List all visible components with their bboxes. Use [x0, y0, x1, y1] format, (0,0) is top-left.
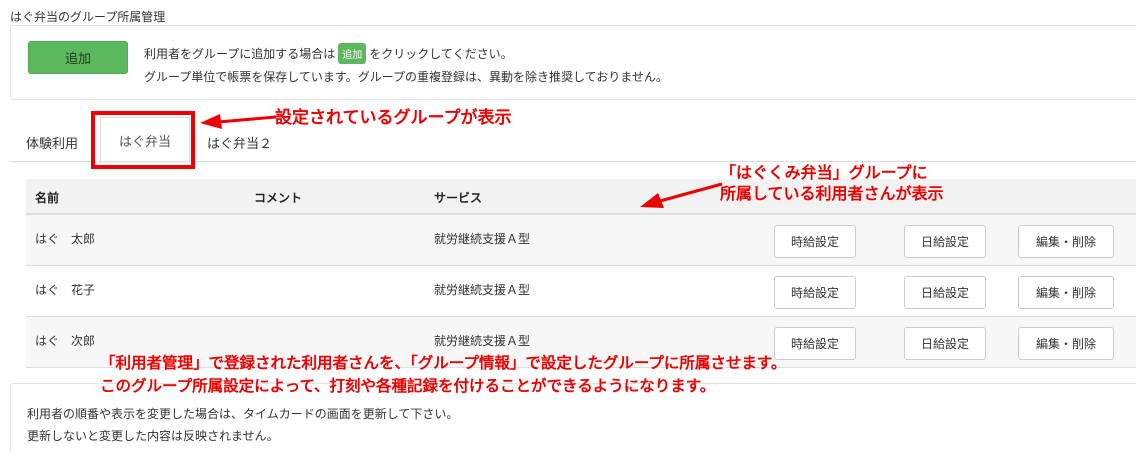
member-name: はぐ 太郎	[35, 232, 96, 246]
add-panel: 追加 利用者をグループに追加する場合は 追加 をクリックしてください。 グループ…	[10, 25, 1136, 100]
table-row: はぐ 花子 就労継続支援Ａ型 時給設定 日給設定 編集・削除	[26, 266, 1136, 317]
note-line-1: 利用者の順番や表示を変更した場合は、タイムカードの画面を更新して下さい。	[27, 407, 459, 421]
annotation-table-note-line-1: 「はぐくみ弁当」グループに	[720, 163, 928, 182]
hourly-settings-button[interactable]: 時給設定	[774, 225, 856, 258]
annotation-bottom-line-2: このグループ所属設定によって、打刻や各種記録を付けることができるようになります。	[100, 377, 716, 395]
member-service: 就労継続支援Ａ型	[434, 334, 531, 348]
inline-add-badge: 追加	[338, 43, 367, 64]
edit-delete-button[interactable]: 編集・削除	[1018, 225, 1114, 258]
member-name: はぐ 次郎	[35, 334, 96, 348]
daily-settings-button[interactable]: 日給設定	[904, 225, 986, 258]
highlight-box	[91, 111, 195, 169]
members-table: 名前 コメント サービス はぐ 太郎 就労継続支援Ａ型 時給設定 日給設定 編集…	[26, 179, 1136, 368]
annotation-bottom-note: 「利用者管理」で登録された利用者さんを、「グループ情報」で設定したグループに所属…	[100, 352, 786, 398]
page-title: はぐ弁当のグループ所属管理	[10, 10, 166, 24]
note-line-2: 更新しないと変更した内容は反映されません。	[27, 429, 279, 443]
annotation-tab-note: 設定されているグループが表示	[275, 108, 512, 128]
annotation-arrow-tab	[200, 114, 277, 129]
hourly-settings-button[interactable]: 時給設定	[774, 276, 856, 309]
daily-settings-button[interactable]: 日給設定	[904, 276, 986, 309]
annotation-table-note-line-2: 所属している利用者さんが表示	[720, 184, 944, 203]
tab-hagu-bento-2[interactable]: はぐ弁当２	[207, 133, 272, 152]
annotation-bottom-line-1: 「利用者管理」で登録された利用者さんを、「グループ情報」で設定したグループに所属…	[100, 354, 787, 372]
add-instruction-prefix: 利用者をグループに追加する場合は	[144, 47, 336, 61]
add-instruction: 利用者をグループに追加する場合は 追加 をクリックしてください。	[144, 43, 513, 64]
edit-delete-button[interactable]: 編集・削除	[1018, 276, 1114, 309]
member-service: 就労継続支援Ａ型	[434, 283, 531, 297]
tab-taiken[interactable]: 体験利用	[26, 133, 78, 152]
annotation-arrow-table	[640, 182, 723, 208]
annotation-table-note: 「はぐくみ弁当」グループに 所属している利用者さんが表示	[720, 162, 944, 204]
member-name: はぐ 花子	[35, 283, 96, 297]
table-header: 名前 コメント サービス	[26, 179, 1136, 215]
group-notice: グループ単位で帳票を保存しています。グループの重複登録は、異動を除き推奨しており…	[144, 70, 668, 84]
daily-settings-button[interactable]: 日給設定	[904, 327, 986, 360]
member-service: 就労継続支援Ａ型	[434, 232, 531, 246]
header-name: 名前	[35, 191, 60, 205]
header-comment: コメント	[254, 191, 303, 205]
header-service: サービス	[434, 191, 483, 205]
add-button[interactable]: 追加	[28, 41, 128, 74]
edit-delete-button[interactable]: 編集・削除	[1018, 327, 1114, 360]
add-instruction-suffix: をクリックしてください。	[369, 47, 513, 61]
table-row: はぐ 太郎 就労継続支援Ａ型 時給設定 日給設定 編集・削除	[26, 215, 1136, 266]
